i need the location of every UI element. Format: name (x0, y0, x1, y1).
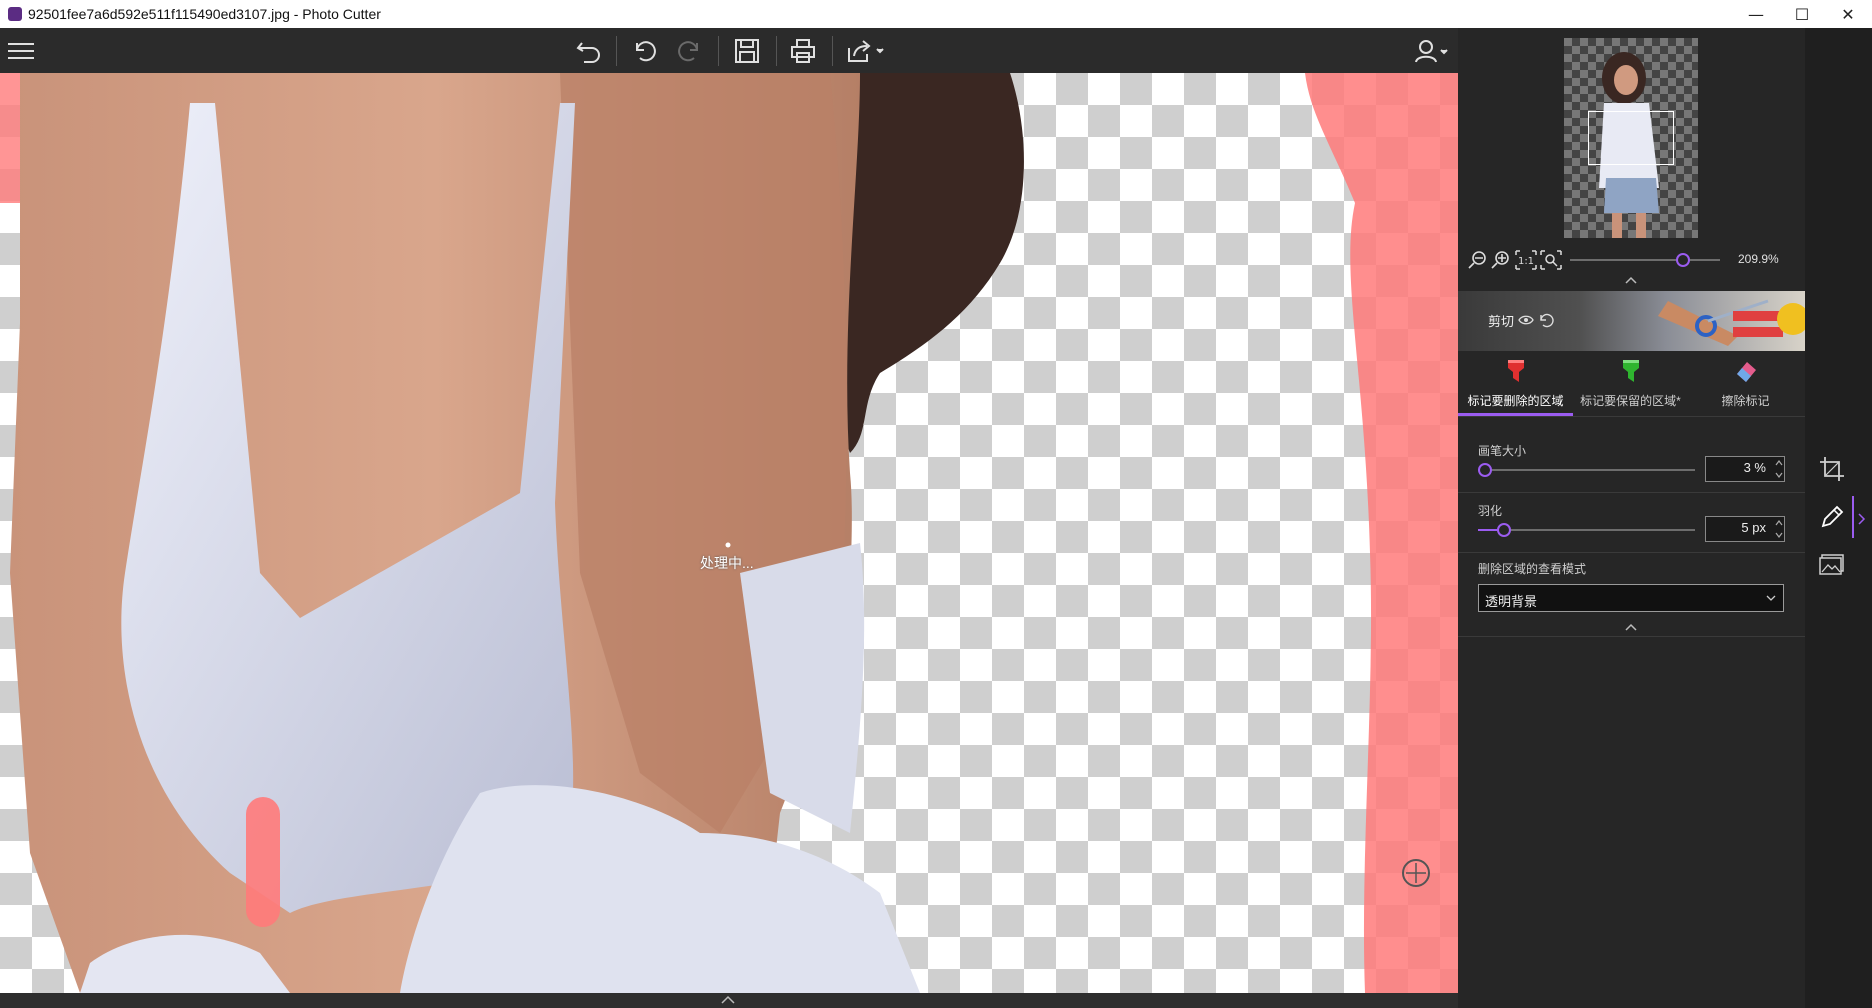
image-background-icon[interactable] (1819, 554, 1845, 576)
collapse-settings-icon[interactable] (1624, 623, 1638, 631)
svg-text:1:1: 1:1 (1518, 256, 1534, 267)
eye-icon[interactable] (1518, 313, 1534, 327)
brush-size-label: 画笔大小 (1478, 444, 1527, 458)
feather-slider-knob[interactable] (1497, 523, 1512, 537)
processing-status: 处理中... (700, 555, 754, 571)
feather-label: 羽化 (1478, 504, 1503, 518)
redo-icon[interactable] (672, 28, 706, 73)
green-marker-icon (1623, 360, 1639, 382)
view-mode-selected: 透明背景 (1485, 594, 1538, 609)
title-bar: 92501fee7a6d592e511f115490ed3107.jpg - P… (0, 0, 1872, 28)
fit-screen-icon[interactable] (1540, 250, 1562, 270)
zoom-value: 209.9% (1738, 252, 1779, 266)
app-logo-icon (8, 7, 22, 21)
collapse-up-icon[interactable] (720, 995, 736, 1005)
collapse-navigator-icon[interactable] (1624, 276, 1638, 284)
brush-size-slider-track[interactable] (1478, 469, 1695, 471)
zoom-slider-track[interactable] (1570, 259, 1720, 261)
view-mode-label: 删除区域的查看模式 (1478, 562, 1587, 576)
zoom-slider-knob[interactable] (1675, 253, 1690, 267)
photo-image (0, 73, 1458, 993)
active-tab-indicator (1458, 413, 1573, 416)
feather-stepper-icon[interactable] (1774, 518, 1784, 540)
marker-tabs: 标记要删除的区域 标记要保留的区域* 擦除标记 (1458, 356, 1805, 417)
image-canvas[interactable]: 处理中... (0, 73, 1458, 993)
tab-erase-marks[interactable]: 擦除标记 (1688, 356, 1803, 416)
red-marker-icon (1508, 360, 1524, 382)
toolbar (0, 28, 1458, 73)
zoom-in-icon[interactable] (1491, 250, 1511, 270)
crop-icon[interactable] (1819, 456, 1845, 482)
undo-icon[interactable] (628, 28, 662, 73)
tool-sidebar (1805, 28, 1872, 1008)
minimize-button[interactable]: — (1733, 0, 1779, 28)
brush-size-stepper-icon[interactable] (1774, 458, 1784, 480)
close-button[interactable]: ✕ (1825, 0, 1871, 28)
menu-icon[interactable] (6, 28, 36, 73)
brush-size-slider-knob[interactable] (1477, 463, 1492, 477)
chevron-right-icon[interactable] (1857, 512, 1867, 526)
chevron-down-icon (1766, 595, 1776, 601)
reset-icon[interactable] (1538, 312, 1554, 328)
brush-size-input[interactable]: 3 % (1705, 456, 1785, 482)
navigator-thumbnail[interactable] (1564, 38, 1698, 238)
viewport-rectangle[interactable] (1588, 111, 1674, 165)
share-icon[interactable] (842, 28, 890, 73)
eraser-icon (1737, 362, 1756, 382)
zoom-out-icon[interactable] (1468, 250, 1488, 270)
right-panel: 1:1 209.9% 剪切 标记要删除的区域 标记要保留的区域* 擦除标记 画笔… (1458, 28, 1805, 1008)
user-icon[interactable] (1412, 28, 1452, 73)
actual-size-icon[interactable]: 1:1 (1515, 250, 1537, 270)
tab-mark-remove[interactable]: 标记要删除的区域 (1458, 356, 1573, 416)
save-icon[interactable] (730, 28, 764, 73)
cut-section-banner[interactable]: 剪切 (1458, 291, 1805, 351)
print-icon[interactable] (786, 28, 820, 73)
maximize-button[interactable]: ☐ (1779, 0, 1825, 28)
canvas-bottom-bar (0, 993, 1458, 1008)
window-title: 92501fee7a6d592e511f115490ed3107.jpg - P… (28, 6, 381, 22)
view-mode-select[interactable]: 透明背景 (1478, 584, 1784, 612)
tab-mark-keep[interactable]: 标记要保留的区域* (1573, 356, 1688, 416)
cut-label: 剪切 (1488, 314, 1515, 329)
undo-history-icon[interactable] (572, 28, 606, 73)
feather-input[interactable]: 5 px (1705, 516, 1785, 542)
active-tool-indicator (1852, 496, 1854, 538)
pencil-icon[interactable] (1819, 504, 1845, 530)
